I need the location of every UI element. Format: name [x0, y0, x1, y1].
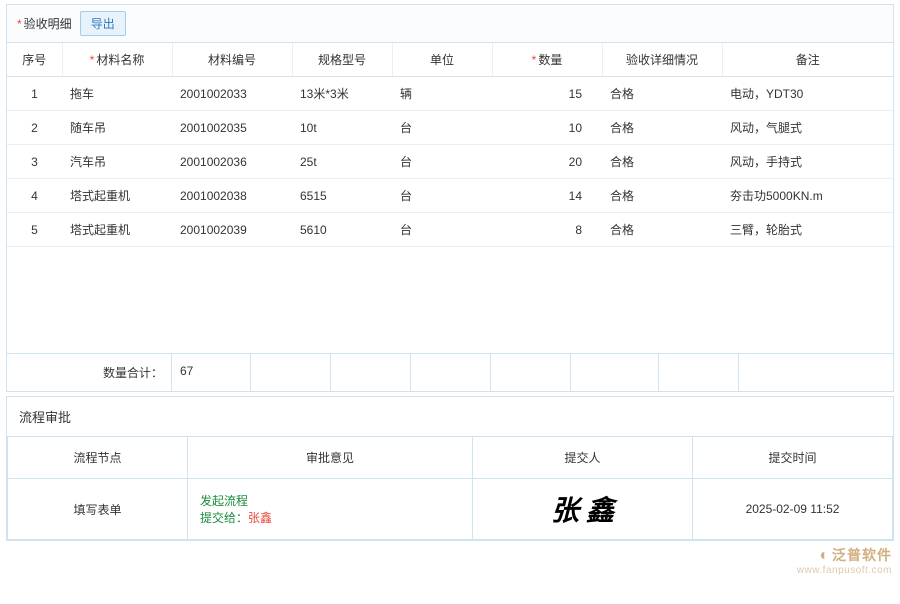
- totals-value: 67: [172, 354, 251, 391]
- cell-name: 拖车: [62, 77, 172, 111]
- cell-name: 汽车吊: [62, 145, 172, 179]
- cell-remark: 电动，YDT30: [722, 77, 893, 111]
- cell-status: 合格: [602, 111, 722, 145]
- col-seq[interactable]: 序号: [7, 43, 62, 77]
- totals-empty: [739, 354, 893, 391]
- col-qty[interactable]: *数量: [492, 43, 602, 77]
- cell-qty: 10: [492, 111, 602, 145]
- cell-code: 2001002036: [172, 145, 292, 179]
- cell-status: 合格: [602, 213, 722, 247]
- col-time: 提交时间: [693, 437, 893, 479]
- cell-seq: 5: [7, 213, 62, 247]
- cell-status: 合格: [602, 145, 722, 179]
- cell-seq: 3: [7, 145, 62, 179]
- cell-spec: 25t: [292, 145, 392, 179]
- totals-empty: [331, 354, 411, 391]
- cell-spec: 10t: [292, 111, 392, 145]
- cell-status: 合格: [602, 77, 722, 111]
- table-row[interactable]: 5塔式起重机20010020395610台8合格三臂，轮胎式: [7, 213, 893, 247]
- col-name[interactable]: *材料名称: [62, 43, 172, 77]
- cell-remark: 夯击功5000KN.m: [722, 179, 893, 213]
- cell-seq: 2: [7, 111, 62, 145]
- cell-submitter: 张 鑫: [473, 479, 693, 540]
- col-remark[interactable]: 备注: [722, 43, 893, 77]
- cell-code: 2001002039: [172, 213, 292, 247]
- approval-panel: 流程审批 流程节点 审批意见 提交人 提交时间 填写表单发起流程提交给：张鑫 张 …: [6, 396, 894, 541]
- watermark-brand: ◐泛普软件: [797, 545, 892, 565]
- cell-time: 2025-02-09 11:52: [693, 479, 893, 540]
- approval-row: 填写表单发起流程提交给：张鑫 张 鑫 2025-02-09 11:52: [8, 479, 893, 540]
- col-submitter: 提交人: [473, 437, 693, 479]
- col-code[interactable]: 材料编号: [172, 43, 292, 77]
- acceptance-detail-panel: *验收明细 导出 序号 *材料名称 材料编号 规格型号 单位 *数量 验收详细情…: [6, 4, 894, 392]
- detail-header-row: 序号 *材料名称 材料编号 规格型号 单位 *数量 验收详细情况 备注: [7, 43, 893, 77]
- cell-seq: 1: [7, 77, 62, 111]
- totals-empty: [251, 354, 331, 391]
- table-row[interactable]: 2随车吊200100203510t台10合格风动，气腿式: [7, 111, 893, 145]
- cell-remark: 三臂，轮胎式: [722, 213, 893, 247]
- opinion-target: 提交给：张鑫: [200, 509, 460, 526]
- col-opinion: 审批意见: [188, 437, 473, 479]
- watermark-url: www.fanpusoft.com: [797, 565, 892, 576]
- cell-qty: 14: [492, 179, 602, 213]
- signature: 张 鑫: [551, 496, 614, 527]
- cell-remark: 风动，气腿式: [722, 111, 893, 145]
- cell-qty: 15: [492, 77, 602, 111]
- col-node: 流程节点: [8, 437, 188, 479]
- totals-row: 数量合计： 67: [7, 353, 893, 391]
- detail-title-wrap: *验收明细: [17, 15, 72, 32]
- cell-code: 2001002033: [172, 77, 292, 111]
- cell-seq: 4: [7, 179, 62, 213]
- watermark-logo-icon: ◐: [819, 547, 830, 564]
- cell-node: 填写表单: [8, 479, 188, 540]
- totals-empty: [411, 354, 491, 391]
- cell-spec: 6515: [292, 179, 392, 213]
- cell-code: 2001002035: [172, 111, 292, 145]
- col-spec[interactable]: 规格型号: [292, 43, 392, 77]
- table-row[interactable]: 1拖车200100203313米*3米辆15合格电动，YDT30: [7, 77, 893, 111]
- totals-empty: [491, 354, 571, 391]
- cell-qty: 20: [492, 145, 602, 179]
- approval-title: 流程审批: [7, 397, 893, 437]
- cell-unit: 台: [392, 111, 492, 145]
- table-row[interactable]: 3汽车吊200100203625t台20合格风动，手持式: [7, 145, 893, 179]
- detail-title: 验收明细: [24, 17, 72, 31]
- cell-name: 塔式起重机: [62, 213, 172, 247]
- cell-opinion: 发起流程提交给：张鑫: [188, 479, 473, 540]
- cell-unit: 台: [392, 179, 492, 213]
- totals-empty: [659, 354, 739, 391]
- watermark: ◐泛普软件 www.fanpusoft.com: [797, 545, 892, 576]
- col-unit[interactable]: 单位: [392, 43, 492, 77]
- cell-spec: 13米*3米: [292, 77, 392, 111]
- cell-spec: 5610: [292, 213, 392, 247]
- detail-header: *验收明细 导出: [7, 5, 893, 43]
- cell-name: 塔式起重机: [62, 179, 172, 213]
- col-status[interactable]: 验收详细情况: [602, 43, 722, 77]
- cell-unit: 台: [392, 145, 492, 179]
- cell-qty: 8: [492, 213, 602, 247]
- required-star-icon: *: [90, 53, 95, 67]
- cell-unit: 台: [392, 213, 492, 247]
- cell-unit: 辆: [392, 77, 492, 111]
- required-star-icon: *: [532, 53, 537, 67]
- required-star-icon: *: [17, 17, 22, 31]
- table-row[interactable]: 4塔式起重机20010020386515台14合格夯击功5000KN.m: [7, 179, 893, 213]
- cell-remark: 风动，手持式: [722, 145, 893, 179]
- export-button[interactable]: 导出: [80, 11, 126, 36]
- totals-empty: [571, 354, 659, 391]
- approval-header-row: 流程节点 审批意见 提交人 提交时间: [8, 437, 893, 479]
- cell-status: 合格: [602, 179, 722, 213]
- approval-table: 流程节点 审批意见 提交人 提交时间 填写表单发起流程提交给：张鑫 张 鑫 2025…: [7, 437, 893, 540]
- opinion-action: 发起流程: [200, 492, 460, 509]
- detail-table-scroll[interactable]: 序号 *材料名称 材料编号 规格型号 单位 *数量 验收详细情况 备注 1拖车2…: [7, 43, 893, 353]
- totals-label: 数量合计：: [7, 354, 172, 391]
- detail-table: 序号 *材料名称 材料编号 规格型号 单位 *数量 验收详细情况 备注 1拖车2…: [7, 43, 893, 247]
- cell-name: 随车吊: [62, 111, 172, 145]
- cell-code: 2001002038: [172, 179, 292, 213]
